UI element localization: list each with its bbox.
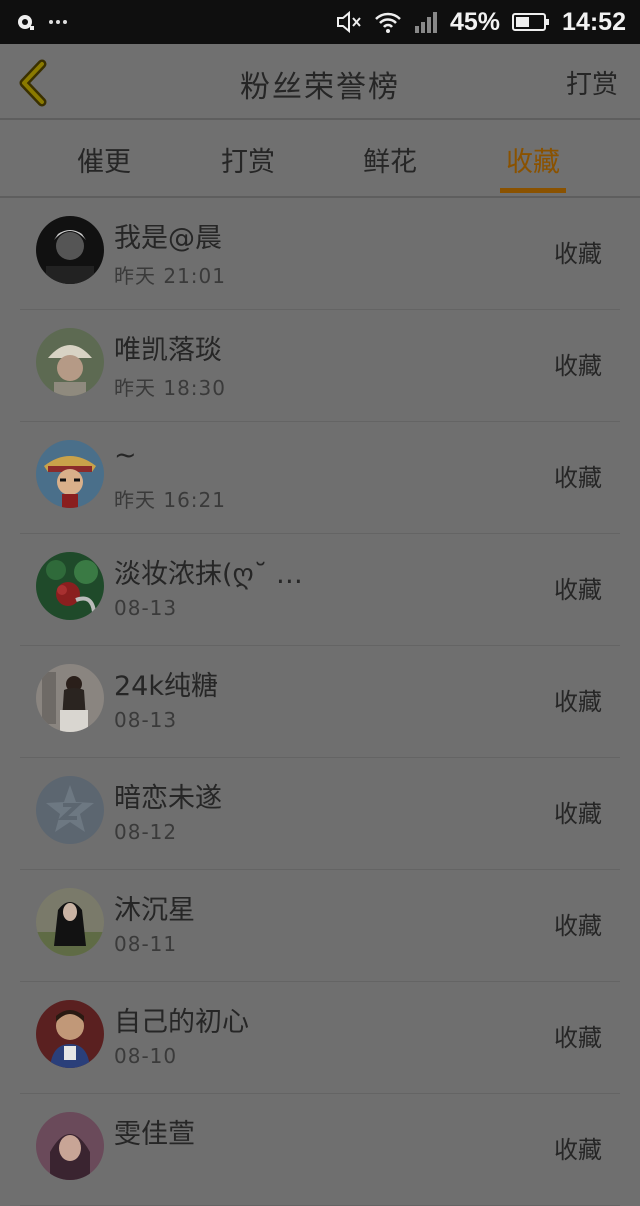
top-nav-bar: 粉丝荣誉榜 打赏 <box>0 44 640 120</box>
battery-percent: 45% <box>450 7 501 36</box>
list-item[interactable]: 淡妆浓抹(ღ˘ … 08-13 收藏 <box>0 534 640 646</box>
fan-action-label: 收藏 <box>554 352 602 380</box>
fan-name: 淡妆浓抹(ღ˘ … <box>114 559 303 590</box>
fan-name: 24k纯糖 <box>114 671 218 702</box>
more-dots-icon <box>48 18 68 26</box>
fan-name: 暗恋未遂 <box>114 783 222 814</box>
fan-action-label: 收藏 <box>554 1136 602 1164</box>
fan-name: 沐沉星 <box>114 895 195 926</box>
avatar[interactable] <box>36 440 104 508</box>
fan-action-label: 收藏 <box>554 800 602 828</box>
avatar[interactable] <box>36 552 104 620</box>
fan-name: 雯佳萱 <box>114 1119 195 1150</box>
avatar[interactable] <box>36 216 104 284</box>
avatar[interactable] <box>36 776 104 844</box>
list-item[interactable]: 24k纯糖 08-13 收藏 <box>0 646 640 758</box>
avatar[interactable] <box>36 1112 104 1180</box>
battery-icon <box>512 12 550 32</box>
fan-time: 08-10 <box>114 1044 178 1068</box>
fan-action-label: 收藏 <box>554 688 602 716</box>
list-item[interactable]: 沐沉星 08-11 收藏 <box>0 870 640 982</box>
list-item[interactable]: 自己的初心 08-10 收藏 <box>0 982 640 1094</box>
active-tab-indicator <box>500 188 566 193</box>
fan-time: 08-13 <box>114 596 178 620</box>
fan-time: 昨天 18:30 <box>114 376 226 400</box>
avatar[interactable] <box>36 664 104 732</box>
reward-button[interactable]: 打赏 <box>566 64 618 101</box>
fan-time: 08-13 <box>114 708 178 732</box>
tab-reward[interactable]: 打赏 <box>188 140 308 179</box>
clock: 14:52 <box>562 7 626 36</box>
fan-action-label: 收藏 <box>554 240 602 268</box>
fan-time: 08-11 <box>114 932 178 956</box>
fan-time: 昨天 16:21 <box>114 488 226 512</box>
fan-action-label: 收藏 <box>554 1024 602 1052</box>
fan-time: 08-12 <box>114 820 178 844</box>
tab-favorites[interactable]: 收藏 <box>473 140 593 179</box>
list-item[interactable]: 我是@晨 昨天 21:01 收藏 <box>0 198 640 310</box>
list-item[interactable]: 暗恋未遂 08-12 收藏 <box>0 758 640 870</box>
avatar[interactable] <box>36 328 104 396</box>
notification-icon <box>16 12 36 32</box>
cellular-signal-icon <box>414 11 438 33</box>
wifi-icon <box>374 10 402 34</box>
fan-name: 自己的初心 <box>114 1007 249 1038</box>
list-item[interactable]: ~ 昨天 16:21 收藏 <box>0 422 640 534</box>
fan-action-label: 收藏 <box>554 912 602 940</box>
fan-action-label: 收藏 <box>554 464 602 492</box>
muted-speaker-icon <box>336 10 362 34</box>
fan-name: 唯凯落琰 <box>114 335 222 366</box>
tab-flowers[interactable]: 鲜花 <box>330 140 450 179</box>
avatar[interactable] <box>36 1000 104 1068</box>
tab-urge-update[interactable]: 催更 <box>44 140 164 179</box>
list-item[interactable]: 雯佳萱 收藏 <box>0 1094 640 1206</box>
status-bar: 45% 14:52 <box>0 0 640 44</box>
fan-name: 我是@晨 <box>114 223 222 254</box>
tab-bar: 催更 打赏 鲜花 收藏 <box>0 120 640 198</box>
fan-list: 我是@晨 昨天 21:01 收藏 唯凯落琰 昨天 18:30 收藏 ~ 昨天 1… <box>0 198 640 1206</box>
page-title: 粉丝荣誉榜 <box>240 70 400 105</box>
fan-time: 昨天 21:01 <box>114 264 226 288</box>
fan-name: ~ <box>114 440 137 471</box>
avatar[interactable] <box>36 888 104 956</box>
list-item[interactable]: 唯凯落琰 昨天 18:30 收藏 <box>0 310 640 422</box>
fan-action-label: 收藏 <box>554 576 602 604</box>
